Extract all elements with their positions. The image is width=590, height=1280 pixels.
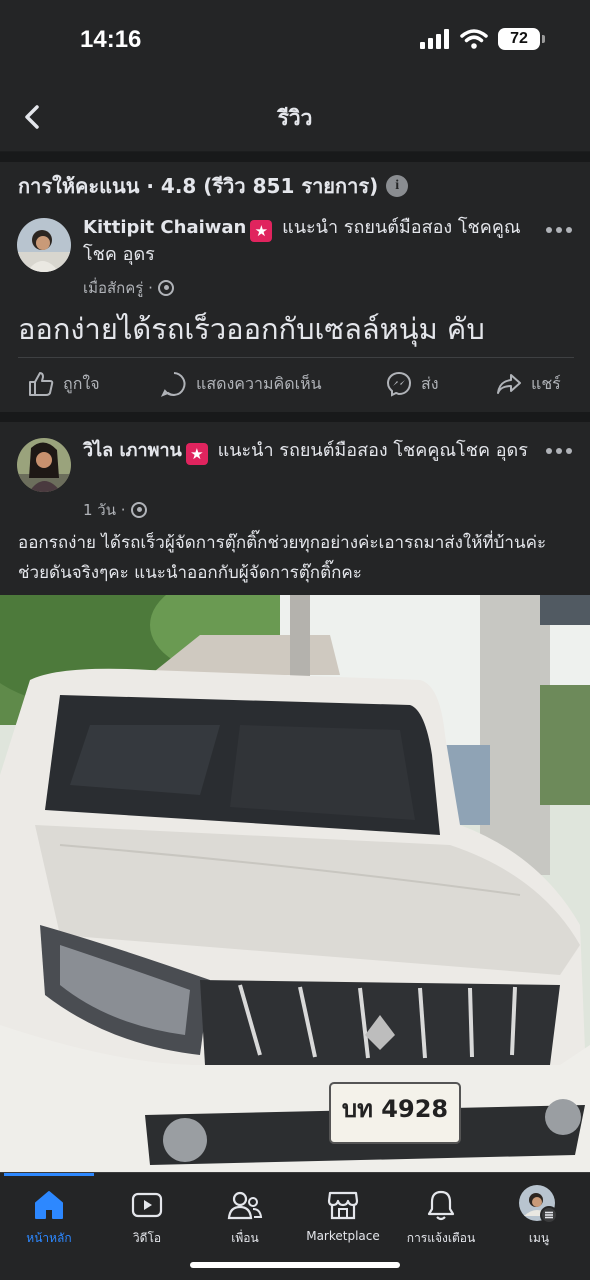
tab-label: หน้าหลัก — [26, 1231, 72, 1245]
status-bar: 14:16 72 — [0, 0, 590, 80]
send-button[interactable]: ส่ง — [385, 370, 439, 398]
like-button[interactable]: ถูกใจ — [27, 370, 100, 398]
recommend-icon: ★ — [250, 220, 273, 242]
like-label: ถูกใจ — [63, 373, 100, 393]
globe-icon — [157, 280, 174, 296]
tab-label: เพื่อน — [231, 1231, 259, 1245]
post-text: ออกรถง่าย ได้รถเร็วผู้จัดการตุ๊กติ๊กช่วย… — [18, 533, 547, 583]
tab-label: การแจ้งเตือน — [406, 1231, 476, 1245]
recommend-icon: ★ — [185, 443, 208, 465]
tab-home[interactable]: หน้าหลัก — [0, 1187, 98, 1248]
marketplace-icon — [327, 1191, 359, 1220]
post-actions: ถูกใจ แสดงความคิดเห็น ส่ง แชร์ — [0, 362, 590, 408]
tab-video[interactable]: วิดีโอ — [98, 1187, 196, 1248]
page-title: รีวิว — [277, 106, 313, 130]
comment-icon — [160, 372, 186, 397]
post-photo[interactable]: บท 4928 — [0, 595, 590, 1175]
globe-icon — [130, 502, 147, 518]
nav-header: รีวิว — [0, 80, 590, 152]
comment-label: แสดงความคิดเห็น — [196, 373, 322, 393]
send-label: ส่ง — [421, 373, 439, 393]
status-time: 14:16 — [80, 26, 142, 53]
messenger-icon — [386, 371, 412, 397]
home-indicator — [190, 1262, 400, 1268]
thumbs-up-icon — [29, 372, 54, 396]
divider — [18, 357, 574, 358]
tab-friends[interactable]: เพื่อน — [196, 1187, 294, 1248]
post-meta: 1 วัน · — [83, 498, 147, 522]
post-divider — [0, 412, 590, 422]
share-icon — [497, 374, 521, 394]
home-icon — [35, 1191, 63, 1219]
post-header: วิไล เภาพาน ★ แนะนำ รถยนต์มือสอง โชคคูณโช… — [83, 438, 533, 465]
bell-icon — [427, 1190, 455, 1221]
post-time[interactable]: 1 วัน · — [83, 498, 126, 522]
wifi-icon — [460, 29, 488, 49]
signal-icon — [420, 29, 449, 49]
tab-label: เมนู — [528, 1231, 550, 1245]
rating-summary-text: การให้คะแนน · 4.8 (รีวิว 851 รายการ) — [18, 174, 379, 198]
share-label: แชร์ — [531, 373, 561, 393]
status-icons: 72 — [420, 28, 545, 50]
post-text: ออกง่ายได้รถเร็วออกกับเซลล์หนุ่ม คับ — [18, 312, 485, 346]
active-tab-indicator — [4, 1173, 94, 1176]
section-divider — [0, 152, 590, 162]
tab-notifications[interactable]: การแจ้งเตือน — [392, 1187, 490, 1248]
tab-label: วิดีโอ — [132, 1231, 162, 1245]
recommendation-text[interactable]: แนะนำ รถยนต์มือสอง โชคคูณโชค อุดร — [218, 440, 528, 461]
post-time[interactable]: เมื่อสักครู่ · — [83, 276, 153, 300]
author-name[interactable]: วิไล เภาพาน — [83, 440, 182, 461]
tab-marketplace[interactable]: Marketplace — [294, 1187, 392, 1243]
share-button[interactable]: แชร์ — [495, 370, 561, 398]
avatar[interactable] — [17, 438, 71, 492]
info-icon[interactable]: i — [386, 175, 409, 197]
video-icon — [131, 1192, 163, 1218]
author-name[interactable]: Kittipit Chaiwan — [83, 217, 246, 238]
tab-menu[interactable]: เมนู — [490, 1185, 588, 1248]
friends-icon — [227, 1191, 263, 1220]
tab-label: Marketplace — [306, 1229, 380, 1243]
post-header: Kittipit Chaiwan ★ แนะนำ รถยนต์มือสอง โชค… — [83, 215, 533, 268]
more-options-icon[interactable] — [546, 227, 572, 237]
license-plate: บท 4928 — [342, 1095, 448, 1123]
more-options-icon[interactable] — [546, 448, 572, 458]
comment-button[interactable]: แสดงความคิดเห็น — [160, 370, 322, 398]
profile-avatar — [519, 1185, 558, 1224]
rating-summary: การให้คะแนน · 4.8 (รีวิว 851 รายการ) i — [18, 170, 409, 202]
battery-icon: 72 — [498, 28, 545, 50]
avatar[interactable] — [17, 218, 71, 272]
post-meta: เมื่อสักครู่ · — [83, 276, 174, 300]
